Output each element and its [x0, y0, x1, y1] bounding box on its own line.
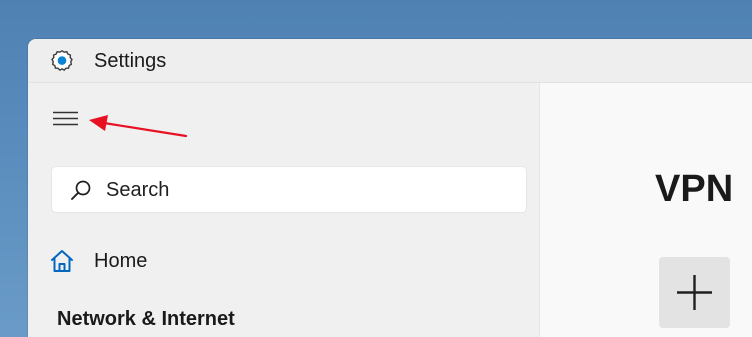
window-title: Settings	[94, 50, 167, 72]
sidebar-section-network-internet[interactable]: Network & Internet	[57, 308, 235, 330]
sidebar-item-label: Home	[94, 250, 148, 272]
plus-icon	[677, 275, 712, 310]
hamburger-menu-icon	[53, 111, 78, 126]
search-icon	[70, 179, 92, 201]
title-bar: Settings	[28, 39, 752, 83]
search-input[interactable]: Search	[51, 166, 527, 213]
home-icon	[49, 248, 75, 274]
search-placeholder: Search	[106, 179, 170, 201]
settings-gear-icon	[50, 49, 74, 73]
page-title: VPN	[655, 168, 734, 210]
hamburger-menu-button[interactable]	[46, 100, 84, 136]
sidebar: Search Home Network & Internet	[28, 83, 539, 337]
sidebar-item-home[interactable]: Home	[46, 242, 516, 280]
settings-window: Settings Search Home Network & Internet …	[28, 39, 752, 337]
content-pane: VPN	[539, 83, 752, 337]
add-vpn-button[interactable]	[659, 257, 730, 328]
